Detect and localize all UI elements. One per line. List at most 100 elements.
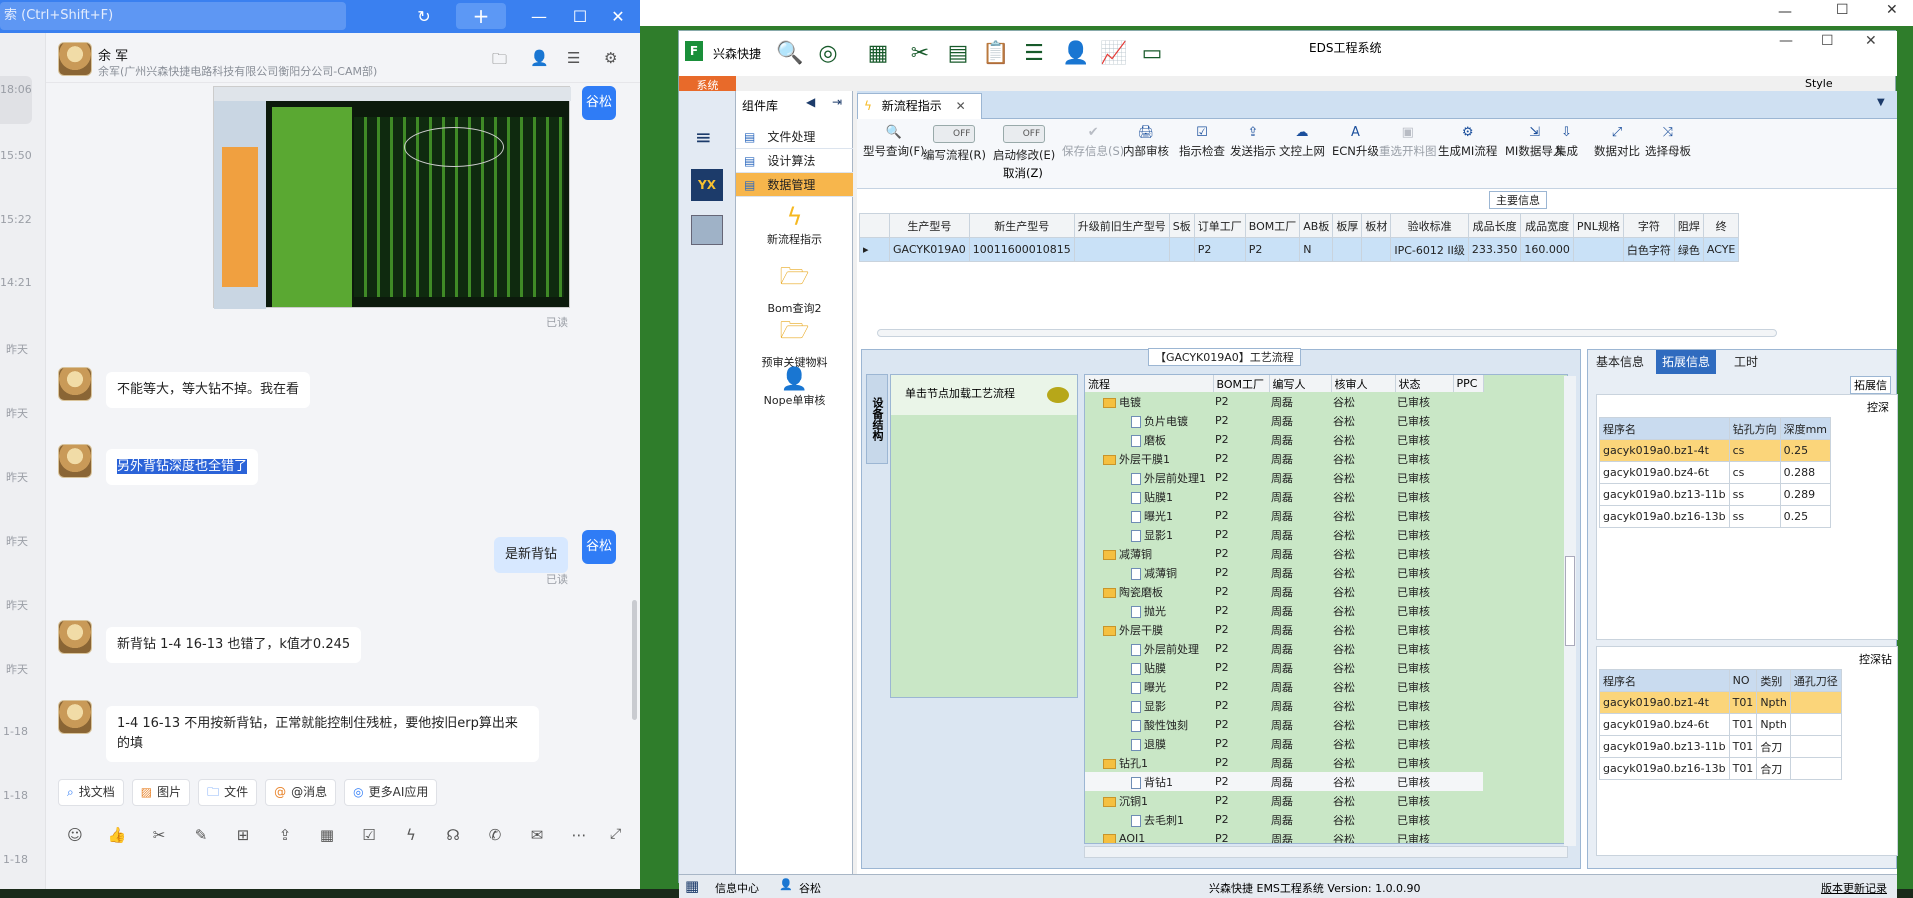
toggle-switch[interactable]: OFF bbox=[1003, 125, 1046, 143]
scroll-thumb[interactable] bbox=[1565, 556, 1575, 646]
grid-cell[interactable]: ACYE bbox=[1702, 237, 1740, 262]
tree-row[interactable]: 钻孔1 P2 周磊 谷松 已审核 bbox=[1085, 753, 1483, 772]
table-row[interactable]: gacyk019a0.bz1-4t cs 0.25 bbox=[1599, 439, 1832, 462]
search-icon[interactable]: 🔍 bbox=[771, 39, 809, 69]
grid-header[interactable]: 生产型号 bbox=[889, 213, 970, 238]
ribbon-button[interactable]: ☑ 指示检查 bbox=[1179, 125, 1225, 159]
version-history-link[interactable]: 版本更新记录 bbox=[1821, 880, 1887, 896]
minimize-icon[interactable]: — bbox=[1778, 4, 1792, 20]
clipboard-icon[interactable]: 📋 bbox=[977, 39, 1015, 69]
bom-query-button[interactable]: 🗁 Bom查询2 bbox=[736, 259, 853, 316]
grid-cell[interactable]: 绿色 bbox=[1673, 237, 1704, 262]
grid-cell[interactable] bbox=[1168, 237, 1195, 262]
tree-row[interactable]: 外层前处理 P2 周磊 谷松 已审核 bbox=[1085, 639, 1483, 658]
tree-row[interactable]: AOI1 P2 周磊 谷松 已审核 bbox=[1085, 829, 1483, 843]
grid-cell[interactable] bbox=[1361, 237, 1392, 262]
table-row[interactable]: gacyk019a0.bz16-13b T01 合刀 bbox=[1599, 757, 1842, 780]
grid-header[interactable]: 终 bbox=[1702, 213, 1740, 238]
arrow-left-icon[interactable]: ◀ bbox=[806, 95, 815, 109]
file-button[interactable]: 🗀 文件 bbox=[198, 779, 258, 806]
grid-cell[interactable]: N bbox=[1299, 237, 1334, 262]
close-icon[interactable]: ✕ bbox=[1886, 2, 1898, 18]
grid-header[interactable]: 新生产型号 bbox=[968, 213, 1075, 238]
tree-row[interactable]: 曝光1 P2 周磊 谷松 已审核 bbox=[1085, 506, 1483, 525]
tree-node[interactable]: 磨板 bbox=[1085, 430, 1213, 449]
grid-header[interactable]: 订单工厂 bbox=[1193, 213, 1246, 238]
horizontal-scrollbar[interactable] bbox=[877, 329, 1777, 337]
tree-node[interactable]: 减薄铜 bbox=[1085, 563, 1213, 582]
search-input[interactable]: 索 (Ctrl+Shift+F) bbox=[0, 2, 346, 30]
table-icon[interactable]: ▦ bbox=[859, 39, 897, 69]
maximize-icon[interactable]: ☐ bbox=[1821, 33, 1834, 49]
table-header[interactable]: 程序名 bbox=[1599, 417, 1730, 440]
grid-header[interactable]: 板材 bbox=[1361, 213, 1392, 238]
maximize-icon[interactable]: ☐ bbox=[567, 0, 593, 33]
tree-node[interactable]: 钻孔1 bbox=[1085, 753, 1213, 772]
doc-add-icon[interactable]: ⊞ bbox=[232, 826, 254, 844]
tree-node[interactable]: 负片电镀 bbox=[1085, 411, 1213, 430]
ribbon-button[interactable]: 🔍 型号查询(F) bbox=[863, 125, 925, 159]
lifebuoy-icon[interactable]: ◎ bbox=[809, 39, 847, 69]
tree-header[interactable]: PPC bbox=[1453, 375, 1484, 392]
avatar[interactable] bbox=[58, 700, 92, 734]
tree-row[interactable]: 陶瓷磨板 P2 周磊 谷松 已审核 bbox=[1085, 582, 1483, 601]
task-icon[interactable]: ☑ bbox=[358, 826, 380, 844]
tree-node[interactable]: 电镀 bbox=[1085, 392, 1213, 411]
tab-new-flow[interactable]: ϟ 新流程指示 ✕ bbox=[857, 93, 982, 119]
thumbs-up-icon[interactable]: 👍 bbox=[106, 826, 128, 844]
style-selector[interactable]: Style bbox=[1805, 77, 1833, 90]
table-header[interactable]: 类别 bbox=[1756, 669, 1791, 692]
add-member-icon[interactable]: 👤 bbox=[530, 49, 549, 67]
scrollbar[interactable] bbox=[632, 600, 637, 720]
tree-node[interactable]: 背钻1 bbox=[1085, 772, 1213, 791]
message-bubble[interactable]: 新背钻 1-4 16-13 也错了，k值才0.245 bbox=[106, 627, 362, 663]
ribbon-button[interactable]: ⇪ 发送指示 bbox=[1230, 125, 1276, 159]
comp-item-file[interactable]: ▤ 文件处理 bbox=[736, 125, 853, 149]
tree-node[interactable]: 外层干膜1 bbox=[1085, 449, 1213, 468]
table-row[interactable]: gacyk019a0.bz16-13b ss 0.25 bbox=[1599, 505, 1832, 528]
ribbon-button[interactable]: ⤢ 数据对比 bbox=[1594, 125, 1640, 159]
table-header[interactable]: 深度mm bbox=[1779, 417, 1832, 440]
grid-cell[interactable]: P2 bbox=[1244, 237, 1301, 262]
close-icon[interactable]: ✕ bbox=[1865, 33, 1877, 49]
find-doc-button[interactable]: ⌕ 找文档 bbox=[58, 779, 124, 806]
grid-header[interactable]: 升级前旧生产型号 bbox=[1073, 213, 1170, 238]
tree-row[interactable]: 贴膜1 P2 周磊 谷松 已审核 bbox=[1085, 487, 1483, 506]
list-icon[interactable]: ☰ bbox=[1015, 39, 1053, 69]
tab-basic-info[interactable]: 基本信息 bbox=[1590, 350, 1650, 374]
tree-node[interactable]: 减薄铜 bbox=[1085, 544, 1213, 563]
vertical-scrollbar[interactable] bbox=[1564, 376, 1576, 846]
grid-cell[interactable]: GACYK019A0 bbox=[889, 237, 970, 262]
pin-icon[interactable]: ⇥ bbox=[832, 95, 842, 109]
tree-header[interactable]: 核审人 bbox=[1331, 375, 1396, 392]
avatar[interactable] bbox=[58, 620, 92, 654]
tree-node[interactable]: 显影 bbox=[1085, 696, 1213, 715]
grid-cell[interactable]: P2 bbox=[1193, 237, 1246, 262]
nope-audit-button[interactable]: 👤 Nope单审核 bbox=[736, 367, 853, 408]
tree-row[interactable]: 减薄铜 P2 周磊 谷松 已审核 bbox=[1085, 544, 1483, 563]
comment-icon[interactable] bbox=[1047, 387, 1069, 403]
grid-header[interactable]: 字符 bbox=[1622, 213, 1675, 238]
tree-row[interactable]: 退膜 P2 周磊 谷松 已审核 bbox=[1085, 734, 1483, 753]
message-bubble[interactable]: 1-4 16-13 不用按新背钻，正常就能控制住残桩，要他按旧erp算出来的填 bbox=[106, 706, 539, 762]
history-icon[interactable]: ↻ bbox=[411, 0, 437, 33]
tree-node[interactable]: 退膜 bbox=[1085, 734, 1213, 753]
tree-row[interactable]: 显影1 P2 周磊 谷松 已审核 bbox=[1085, 525, 1483, 544]
tree-row[interactable]: 电镀 P2 周磊 谷松 已审核 bbox=[1085, 392, 1483, 411]
grid-cell[interactable]: IPC-6012 II级 bbox=[1390, 237, 1469, 262]
more-icon[interactable]: ⋯ bbox=[568, 826, 590, 844]
pcb-screenshot-image[interactable] bbox=[213, 86, 571, 309]
add-button[interactable]: + bbox=[456, 3, 506, 29]
grid-header[interactable]: AB板 bbox=[1299, 213, 1334, 238]
tree-node[interactable]: 外层前处理1 bbox=[1085, 468, 1213, 487]
grid-cell[interactable] bbox=[1572, 237, 1624, 262]
scissors-icon[interactable]: ✂ bbox=[148, 826, 170, 844]
close-icon[interactable]: ✕ bbox=[605, 0, 631, 33]
calculator-icon[interactable] bbox=[691, 215, 723, 245]
table-header[interactable]: 通孔刀径 bbox=[1789, 669, 1842, 692]
message-bubble-self[interactable]: 是新背钻 bbox=[494, 537, 569, 573]
tab-work-hours[interactable]: 工时 bbox=[1728, 350, 1764, 374]
mail-icon[interactable]: ✉ bbox=[526, 826, 548, 844]
tree-row[interactable]: 沉铜1 P2 周磊 谷松 已审核 bbox=[1085, 791, 1483, 810]
grid-cell[interactable]: 160.000 bbox=[1520, 237, 1574, 262]
